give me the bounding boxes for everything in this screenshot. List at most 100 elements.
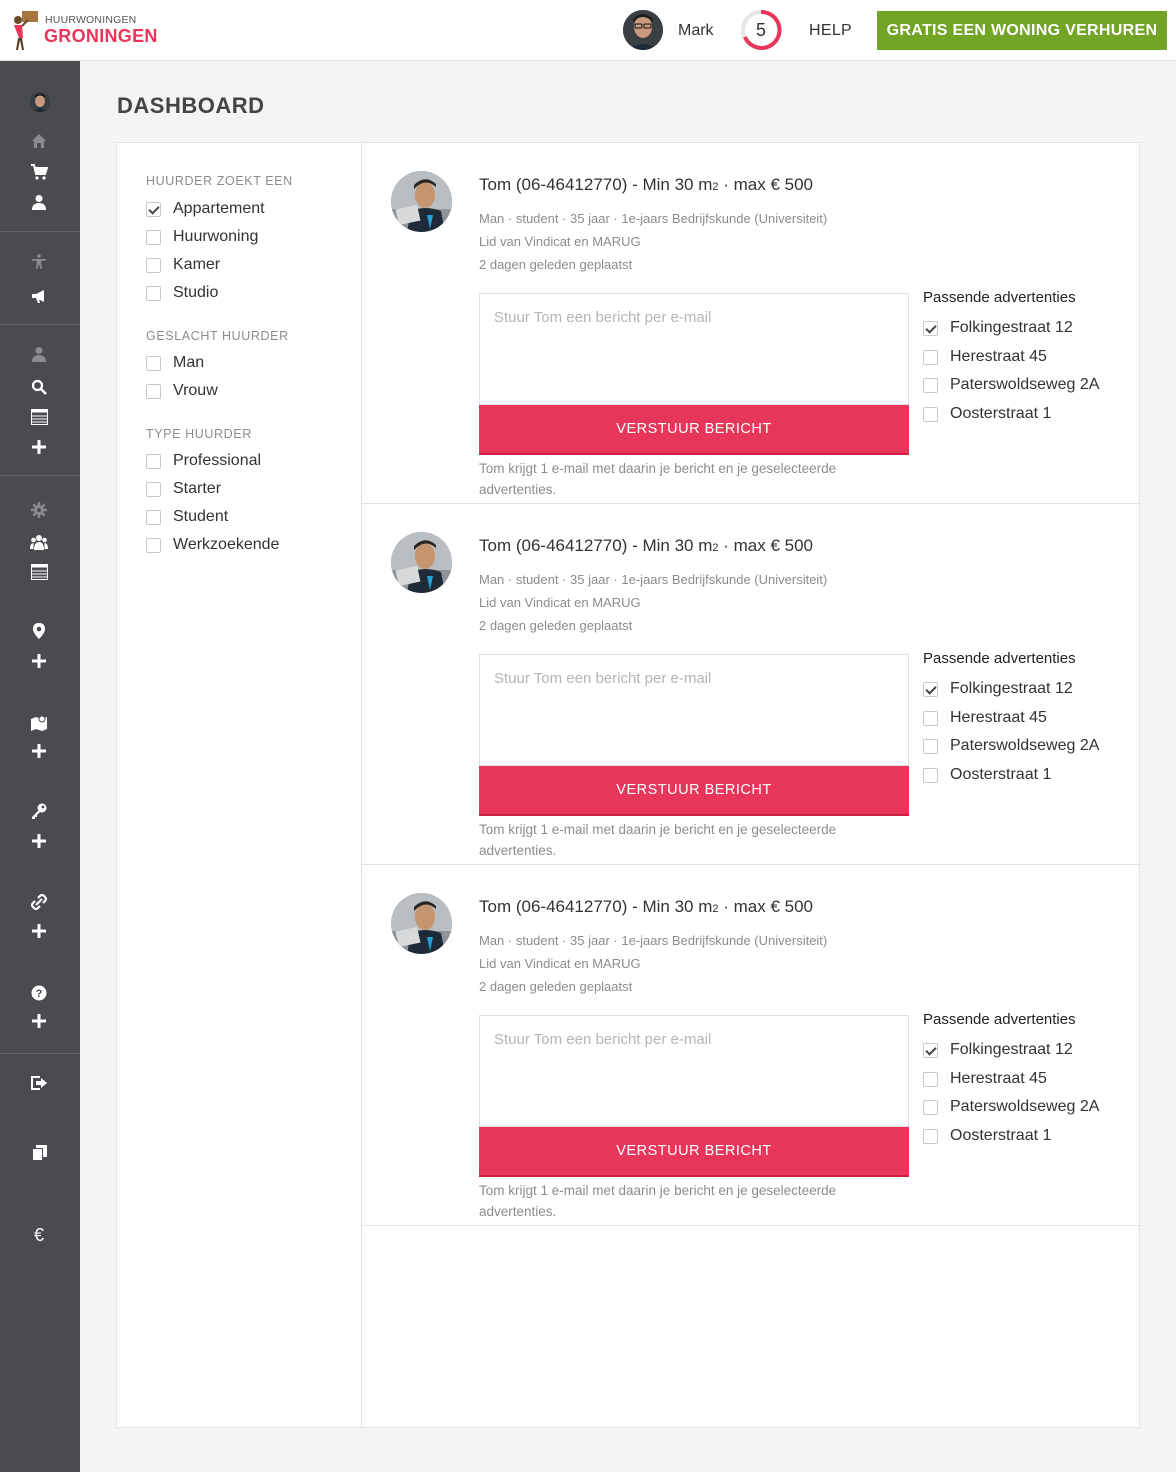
checkbox[interactable] <box>146 257 161 273</box>
matching-ad-option[interactable]: Paterswoldseweg 2A <box>923 1097 1099 1117</box>
link-icon[interactable] <box>28 892 50 912</box>
euro-icon[interactable]: € <box>28 1225 50 1245</box>
send-message-button[interactable]: VERSTUUR BERICHT <box>479 1127 909 1177</box>
site-logo[interactable]: HUURWONINGEN GRONINGEN <box>8 8 168 52</box>
checkbox[interactable] <box>146 509 161 525</box>
checkbox[interactable] <box>923 710 938 726</box>
home-icon[interactable] <box>28 131 50 151</box>
checkbox[interactable] <box>923 349 938 365</box>
accessibility-icon[interactable] <box>28 252 50 272</box>
matching-ad-label: Folkingestraat 12 <box>950 680 1073 697</box>
list-icon[interactable] <box>28 562 50 582</box>
user-icon[interactable] <box>28 344 50 364</box>
filter-option[interactable]: Studio <box>146 283 218 303</box>
filter-option[interactable]: Werkzoekende <box>146 535 279 555</box>
filter-option[interactable]: Appartement <box>146 199 265 219</box>
megaphone-icon[interactable] <box>28 286 50 306</box>
send-message-button[interactable]: VERSTUUR BERICHT <box>479 405 909 455</box>
tenant-card: Tom (06-46412770) - Min 30 m2 · max € 50… <box>362 504 1139 865</box>
matching-ad-option[interactable]: Paterswoldseweg 2A <box>923 736 1099 756</box>
message-textarea[interactable] <box>479 1015 909 1127</box>
filter-option[interactable]: Starter <box>146 479 221 499</box>
filter-option[interactable]: Vrouw <box>146 381 218 401</box>
filter-panel: HUURDER ZOEKT EEN Appartement Huurwoning… <box>117 143 362 1427</box>
message-textarea[interactable] <box>479 654 909 766</box>
filter-option-label: Kamer <box>173 256 221 273</box>
search-icon[interactable] <box>28 377 50 397</box>
matching-ad-option[interactable]: Oosterstraat 1 <box>923 404 1051 424</box>
area-unit-superscript: 2 <box>712 181 719 193</box>
rent-out-home-button[interactable]: GRATIS EEN WONING VERHUREN <box>877 11 1167 50</box>
plus-icon[interactable] <box>28 651 50 671</box>
message-textarea[interactable] <box>479 293 909 405</box>
logo-mascot-icon <box>8 8 42 52</box>
checkbox[interactable] <box>146 201 161 217</box>
send-note: Tom krijgt 1 e-mail met daarin je berich… <box>479 461 837 497</box>
copy-icon[interactable] <box>28 1143 50 1163</box>
checkbox[interactable] <box>923 406 938 422</box>
cart-icon[interactable] <box>28 162 50 182</box>
matching-ad-option[interactable]: Folkingestraat 12 <box>923 679 1073 699</box>
question-icon[interactable]: ? <box>28 983 50 1003</box>
checkbox[interactable] <box>923 1071 938 1087</box>
checkbox[interactable] <box>146 537 161 553</box>
sidebar-divider <box>0 231 80 232</box>
notification-counter[interactable]: 5 <box>740 9 782 51</box>
user-name[interactable]: Mark <box>678 22 714 40</box>
plus-icon[interactable] <box>28 1011 50 1031</box>
matching-ad-option[interactable]: Oosterstraat 1 <box>923 1126 1051 1146</box>
matching-ad-option[interactable]: Folkingestraat 12 <box>923 318 1073 338</box>
tenant-avatar[interactable] <box>391 893 452 954</box>
matching-ad-option[interactable]: Herestraat 45 <box>923 708 1047 728</box>
filter-option[interactable]: Man <box>146 353 204 373</box>
checkbox[interactable] <box>923 1128 938 1144</box>
tenant-avatar[interactable] <box>391 532 452 593</box>
checkbox[interactable] <box>146 229 161 245</box>
checkbox[interactable] <box>923 1042 938 1058</box>
sidebar-avatar[interactable] <box>30 92 50 112</box>
plus-icon[interactable] <box>28 921 50 941</box>
matching-ad-option[interactable]: Oosterstraat 1 <box>923 765 1051 785</box>
list-icon[interactable] <box>28 407 50 427</box>
user-icon[interactable] <box>28 192 50 212</box>
checkbox[interactable] <box>923 1099 938 1115</box>
matching-ad-option[interactable]: Paterswoldseweg 2A <box>923 375 1099 395</box>
plus-icon[interactable] <box>28 741 50 761</box>
key-icon[interactable] <box>28 801 50 821</box>
filter-option[interactable]: Student <box>146 507 228 527</box>
checkbox[interactable] <box>146 481 161 497</box>
checkbox[interactable] <box>146 453 161 469</box>
checkbox[interactable] <box>146 285 161 301</box>
map-pin-icon[interactable] <box>28 621 50 641</box>
user-avatar[interactable] <box>623 10 663 50</box>
tenant-title-main: Tom (06-46412770) - Min 30 m <box>479 536 713 555</box>
plus-icon[interactable] <box>28 831 50 851</box>
group-icon[interactable] <box>28 532 50 552</box>
checkbox[interactable] <box>923 320 938 336</box>
plus-icon[interactable] <box>28 437 50 457</box>
checkbox[interactable] <box>923 738 938 754</box>
checkbox[interactable] <box>923 681 938 697</box>
tenant-avatar[interactable] <box>391 171 452 232</box>
filter-option-label: Vrouw <box>173 382 218 399</box>
sidebar-divider <box>0 1053 80 1054</box>
logout-icon[interactable] <box>28 1073 50 1093</box>
logo-small-text: HUURWONINGEN <box>45 14 137 26</box>
filter-option[interactable]: Professional <box>146 451 261 471</box>
send-message-button[interactable]: VERSTUUR BERICHT <box>479 766 909 816</box>
checkbox[interactable] <box>146 383 161 399</box>
matching-ad-option[interactable]: Folkingestraat 12 <box>923 1040 1073 1060</box>
help-link[interactable]: HELP <box>809 22 852 40</box>
checkbox[interactable] <box>146 355 161 371</box>
matching-ad-option[interactable]: Herestraat 45 <box>923 347 1047 367</box>
checkbox[interactable] <box>923 377 938 393</box>
area-unit-superscript: 2 <box>712 542 719 554</box>
map-icon[interactable] <box>28 713 50 733</box>
gear-icon[interactable] <box>28 500 50 520</box>
filter-option[interactable]: Kamer <box>146 255 220 275</box>
checkbox[interactable] <box>923 767 938 783</box>
matching-ad-option[interactable]: Herestraat 45 <box>923 1069 1047 1089</box>
sidebar-divider <box>0 324 80 325</box>
filter-option-label: Appartement <box>173 200 265 217</box>
filter-option[interactable]: Huurwoning <box>146 227 258 247</box>
